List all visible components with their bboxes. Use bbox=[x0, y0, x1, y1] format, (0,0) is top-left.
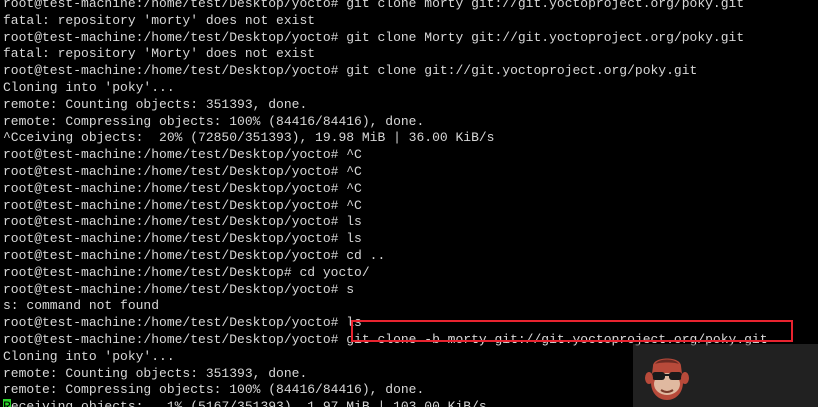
terminal-line: root@test-machine:/home/test/Desktop/yoc… bbox=[3, 231, 362, 247]
highlight-box bbox=[351, 320, 793, 342]
terminal-line: root@test-machine:/home/test/Desktop/yoc… bbox=[3, 214, 362, 230]
terminal-line: root@test-machine:/home/test/Desktop/yoc… bbox=[3, 0, 745, 11]
terminal-line: root@test-machine:/home/test/Desktop# cd… bbox=[3, 264, 370, 280]
terminal-line: root@test-machine:/home/test/Desktop/yoc… bbox=[3, 147, 362, 163]
terminal-line: Cloning into 'poky'... bbox=[3, 79, 175, 95]
terminal-line: remote: Compressing objects: 100% (84416… bbox=[3, 113, 425, 129]
watermark bbox=[633, 344, 818, 407]
terminal-line: root@test-machine:/home/test/Desktop/yoc… bbox=[3, 163, 362, 179]
terminal-cursor: R bbox=[3, 399, 11, 407]
terminal-line: fatal: repository 'Morty' does not exist bbox=[3, 46, 316, 62]
terminal-line: root@test-machine:/home/test/Desktop/yoc… bbox=[3, 281, 355, 297]
monkey-face-icon bbox=[645, 358, 689, 400]
terminal-line: s: command not found bbox=[3, 298, 160, 314]
terminal-window[interactable]: root@test-machine:/home/test/Desktop/yoc… bbox=[0, 0, 818, 407]
terminal-line: ^Cceiving objects: 20% (72850/351393), 1… bbox=[3, 130, 495, 146]
terminal-line: fatal: repository 'morty' does not exist bbox=[3, 12, 316, 28]
terminal-line: remote: Counting objects: 351393, done. bbox=[3, 96, 308, 112]
terminal-line: root@test-machine:/home/test/Desktop/yoc… bbox=[3, 63, 698, 79]
terminal-line: root@test-machine:/home/test/Desktop/yoc… bbox=[3, 180, 362, 196]
terminal-line: root@test-machine:/home/test/Desktop/yoc… bbox=[3, 197, 362, 213]
terminal-line: root@test-machine:/home/test/Desktop/yoc… bbox=[3, 29, 745, 45]
terminal-line-text: eceiving objects: 1% (5167/351393), 1.97… bbox=[10, 399, 487, 407]
terminal-line: root@test-machine:/home/test/Desktop/yoc… bbox=[3, 247, 386, 263]
